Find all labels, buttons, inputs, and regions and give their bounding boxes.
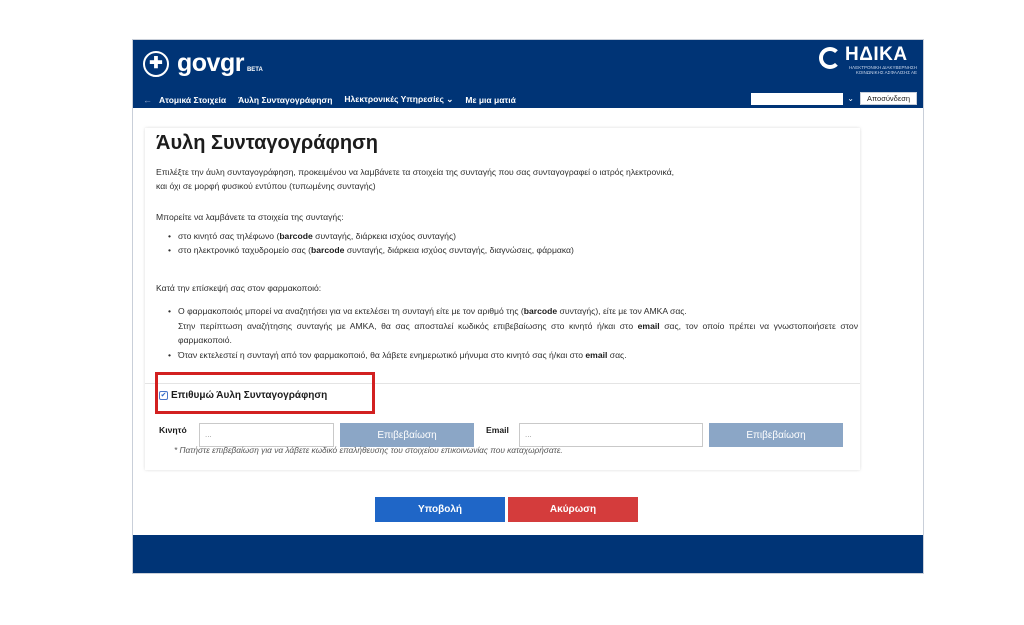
page-content: Άυλη Συνταγογράφηση Επιλέξτε την άυλη συ… <box>133 108 923 535</box>
hdika-name: ΗΔΙΚΑ <box>845 44 908 65</box>
browser-screenshot: ✚ gov gr BETA ΗΔΙΚΑ ΗΛΕΚΤΡΟΝΙΚΗ ΔΙΑΚΥΒΕΡΝΗ… <box>132 39 924 574</box>
hdika-text: ΗΔΙΚΑ ΗΛΕΚΤΡΟΝΙΚΗ ΔΙΑΚΥΒΕΡΝΗΣΗ ΚΟΙΝΩΝΙΚΗ… <box>845 44 917 76</box>
e-prescription-checkbox[interactable]: ✔ <box>159 391 168 400</box>
checkbox-label[interactable]: Επιθυμώ Άυλη Συνταγογράφηση <box>171 390 327 401</box>
hdika-mark-icon <box>819 47 841 69</box>
nav-item-at-a-glance[interactable]: Με μια ματιά <box>465 95 515 105</box>
mobile-field[interactable]: ... <box>199 423 334 447</box>
hdika-subtitle: ΗΛΕΚΤΡΟΝΙΚΗ ΔΙΑΚΥΒΕΡΝΗΣΗ ΚΟΙΝΩΝΙΚΗΣ ΑΣΦΑ… <box>848 65 917 75</box>
nav-back-arrow-icon[interactable]: ← <box>143 95 159 105</box>
greek-emblem-icon: ✚ <box>143 50 169 77</box>
page-title: Άυλη Συνταγογράφηση <box>156 132 378 154</box>
cancel-button[interactable]: Ακύρωση <box>508 497 638 522</box>
nav-item-e-services[interactable]: Ηλεκτρονικές Υπηρεσίες ⌄ <box>344 94 453 105</box>
e-prescription-checkbox-row[interactable]: ✔ Επιθυμώ Άυλη Συνταγογράφηση <box>159 390 327 401</box>
email-field[interactable]: ... <box>519 423 703 447</box>
receive-list: στο κινητό σας τηλέφωνο (barcode συνταγή… <box>168 229 574 257</box>
logo-gov-text: gov <box>177 49 220 77</box>
site-header: ✚ gov gr BETA ΗΔΙΚΑ ΗΛΕΚΤΡΟΝΙΚΗ ΔΙΑΚΥΒΕΡΝΗ… <box>133 40 923 108</box>
govgr-wordmark: gov gr BETA <box>177 49 263 78</box>
email-label: Email <box>486 425 509 435</box>
intro-text: Επιλέξτε την άυλη συνταγογράφηση, προκει… <box>156 165 674 193</box>
logout-button[interactable]: Αποσύνδεση <box>859 92 917 105</box>
submit-button[interactable]: Υποβολή <box>375 497 505 522</box>
mobile-confirm-button[interactable]: Επιβεβαίωση <box>340 423 474 447</box>
govgr-logo[interactable]: ✚ gov gr BETA <box>143 49 263 78</box>
intro-line-2: και όχι σε μορφή φυσικού εντύπου (τυπωμέ… <box>156 181 376 191</box>
chevron-down-icon[interactable]: ⌄ <box>847 94 854 103</box>
logo-gr-text: gr <box>219 49 245 77</box>
site-footer <box>133 535 923 573</box>
main-nav: ← Ατομικά Στοιχεία Άυλη Συνταγογράφηση Η… <box>133 91 923 108</box>
list-item: στο κινητό σας τηλέφωνο (barcode συνταγή… <box>168 229 574 243</box>
pharmacy-list: Ο φαρμακοποιός μπορεί να αναζητήσει για … <box>168 304 858 362</box>
intro-line-1: Επιλέξτε την άυλη συνταγογράφηση, προκει… <box>156 167 675 177</box>
nav-user-area: ⌄ Αποσύνδεση <box>751 92 917 105</box>
user-select[interactable] <box>751 92 844 105</box>
list-item: Όταν εκτελεστεί η συνταγή από τον φαρμακ… <box>168 348 858 363</box>
nav-item-e-prescription[interactable]: Άυλη Συνταγογράφηση <box>238 95 332 105</box>
e-prescription-card: Άυλη Συνταγογράφηση Επιλέξτε την άυλη συ… <box>145 128 860 470</box>
list-item: στο ηλεκτρονικό ταχυδρομείο σας (barcode… <box>168 243 574 257</box>
nav-item-personal-info[interactable]: Ατομικά Στοιχεία <box>159 95 226 105</box>
pharmacy-heading: Κατά την επίσκεψή σας στον φαρμακοποιό: <box>156 283 322 293</box>
mobile-label: Κινητό <box>159 425 187 435</box>
receive-heading: Μπορείτε να λαμβάνετε τα στοιχεία της συ… <box>156 212 344 222</box>
beta-badge: BETA <box>246 67 263 73</box>
hint-text: * Πατήστε επιβεβαίωση για να λάβετε κωδι… <box>174 445 563 455</box>
hdika-logo: ΗΔΙΚΑ ΗΛΕΚΤΡΟΝΙΚΗ ΔΙΑΚΥΒΕΡΝΗΣΗ ΚΟΙΝΩΝΙΚΗ… <box>819 45 917 75</box>
email-confirm-button[interactable]: Επιβεβαίωση <box>709 423 843 447</box>
check-icon: ✔ <box>160 392 167 399</box>
list-item: Ο φαρμακοποιός μπορεί να αναζητήσει για … <box>168 304 858 348</box>
